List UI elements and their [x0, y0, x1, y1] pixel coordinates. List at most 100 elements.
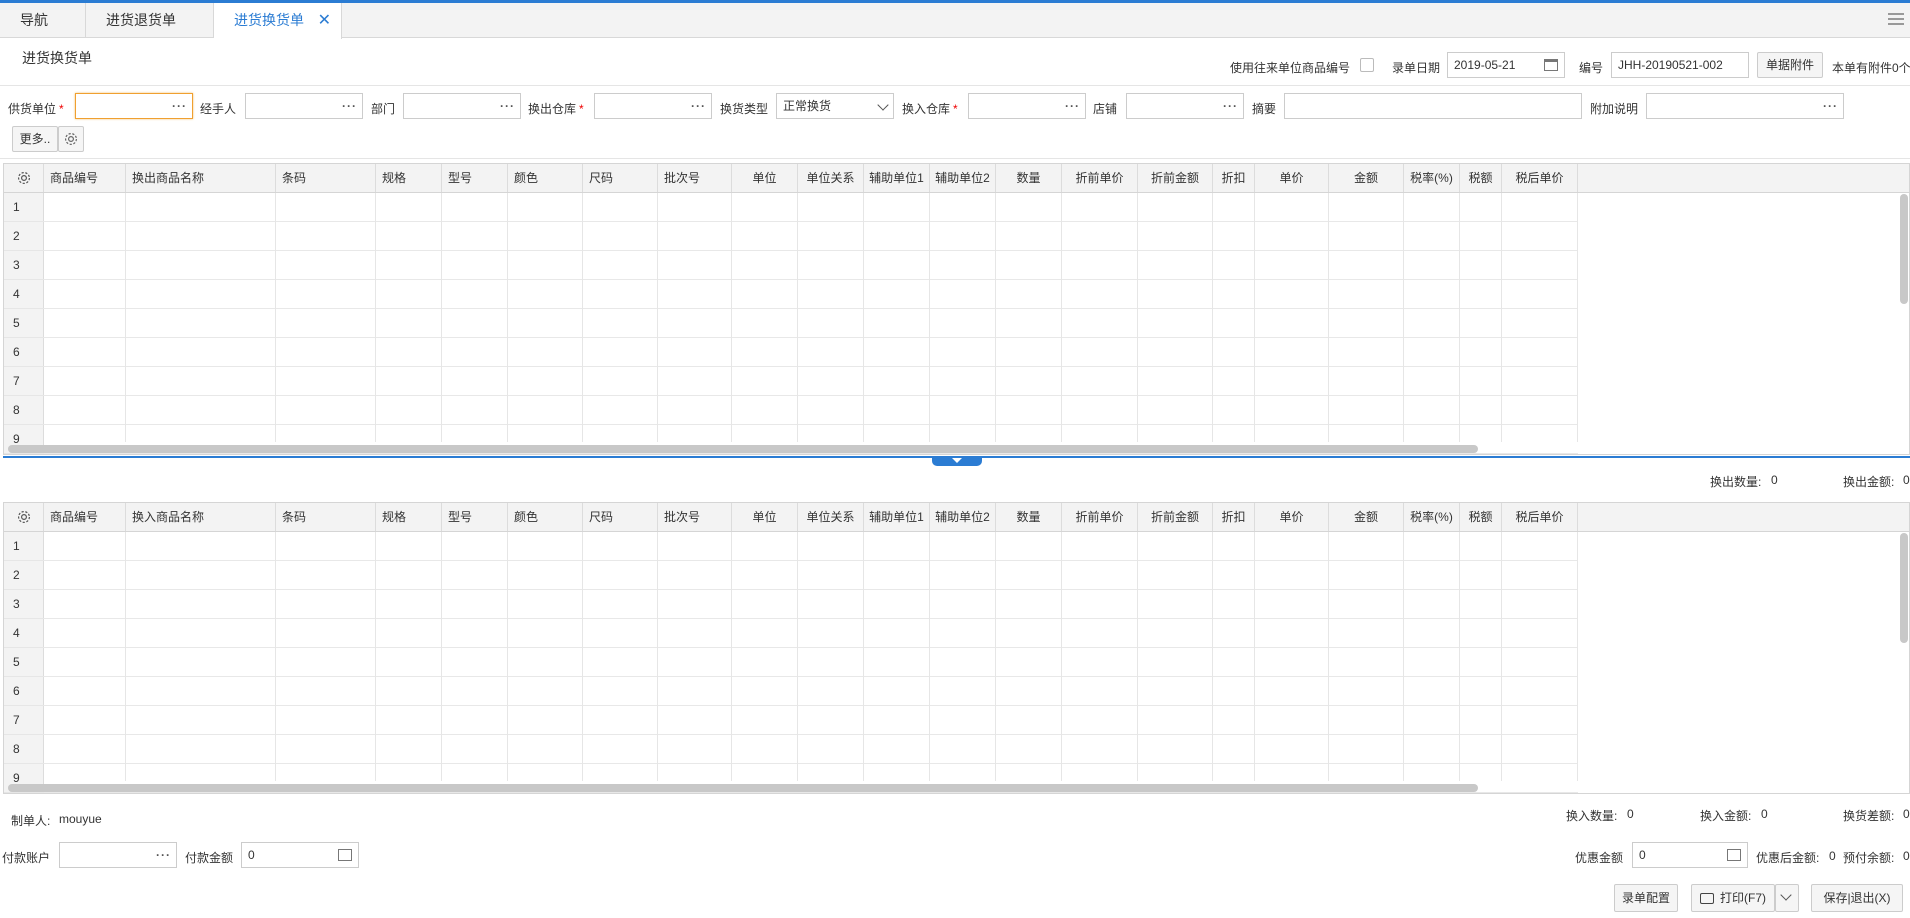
column-header[interactable]: 批次号: [658, 503, 732, 531]
pay-amount-input[interactable]: 0: [241, 842, 359, 868]
calendar-icon[interactable]: [1544, 59, 1558, 71]
use-partner-code-checkbox[interactable]: [1360, 58, 1374, 72]
table-row[interactable]: [44, 453, 1578, 454]
column-divider: [657, 532, 658, 781]
handler-input[interactable]: ···: [245, 93, 363, 119]
summary-input[interactable]: [1284, 93, 1582, 119]
more-dots-icon[interactable]: ···: [1823, 94, 1838, 118]
column-header[interactable]: 税额: [1460, 503, 1502, 531]
column-header[interactable]: 单位关系: [798, 164, 864, 192]
column-header[interactable]: 数量: [996, 503, 1062, 531]
column-header[interactable]: 颜色: [508, 503, 583, 531]
column-header[interactable]: 税率(%): [1404, 503, 1460, 531]
vertical-scrollbar[interactable]: [1900, 194, 1908, 304]
horizontal-scrollbar[interactable]: [8, 784, 1478, 792]
column-header[interactable]: 尺码: [583, 164, 658, 192]
department-input[interactable]: ···: [403, 93, 521, 119]
discount-input[interactable]: 0: [1632, 842, 1748, 868]
column-header[interactable]: 单位关系: [798, 503, 864, 531]
column-header[interactable]: 金额: [1329, 164, 1404, 192]
more-dots-icon[interactable]: ···: [1223, 94, 1238, 118]
calculator-icon[interactable]: [1727, 849, 1741, 861]
attachment-button[interactable]: 单据附件: [1757, 52, 1823, 78]
supplier-input[interactable]: ···: [75, 93, 193, 119]
more-dots-icon[interactable]: ···: [1065, 94, 1080, 118]
column-divider: [1577, 532, 1578, 781]
column-header[interactable]: 型号: [442, 164, 508, 192]
more-dots-icon[interactable]: ···: [500, 94, 515, 118]
shop-input[interactable]: ···: [1126, 93, 1244, 119]
column-header[interactable]: 颜色: [508, 164, 583, 192]
column-header[interactable]: 折前单价: [1062, 164, 1138, 192]
column-divider: [1137, 193, 1138, 442]
column-divider: [375, 532, 376, 781]
column-divider: [1459, 193, 1460, 442]
column-header[interactable]: 批次号: [658, 164, 732, 192]
column-header[interactable]: 规格: [376, 503, 442, 531]
calculator-icon[interactable]: [338, 849, 352, 861]
close-icon[interactable]: ✕: [318, 3, 331, 38]
number-field[interactable]: JHH-20190521-002: [1611, 52, 1749, 78]
column-header[interactable]: 规格: [376, 164, 442, 192]
column-header[interactable]: 税率(%): [1404, 164, 1460, 192]
entry-config-button[interactable]: 录单配置: [1614, 884, 1678, 912]
more-button[interactable]: 更多..: [12, 126, 58, 152]
exchange-type-select[interactable]: 正常换货: [776, 93, 894, 119]
column-header[interactable]: 折前单价: [1062, 503, 1138, 531]
column-header[interactable]: 商品编号: [44, 503, 126, 531]
column-header[interactable]: 辅助单位2: [930, 164, 996, 192]
column-header[interactable]: 商品编号: [44, 164, 126, 192]
column-header[interactable]: 税后单价: [1502, 503, 1578, 531]
out-warehouse-input[interactable]: ···: [594, 93, 712, 119]
column-header[interactable]: 辅助单位1: [864, 503, 930, 531]
column-header[interactable]: 折前金额: [1138, 503, 1213, 531]
more-dots-icon[interactable]: ···: [156, 843, 171, 867]
column-header[interactable]: 型号: [442, 503, 508, 531]
print-button[interactable]: 打印(F7): [1691, 884, 1775, 912]
tab-purchase-return[interactable]: 进货退货单: [86, 3, 214, 38]
column-divider: [1212, 532, 1213, 781]
save-exit-button[interactable]: 保存|退出(X): [1811, 884, 1903, 912]
grid-header: 商品编号 换入商品名称 条码 规格 型号 颜色 尺码 批次号 单位 单位关系 辅助单位1 辅助单位2 数…: [4, 503, 1909, 532]
horizontal-scrollbar[interactable]: [8, 445, 1478, 453]
column-header[interactable]: 折前金额: [1138, 164, 1213, 192]
in-warehouse-label: 换入仓库 *: [902, 102, 958, 116]
extra-note-input[interactable]: ···: [1646, 93, 1844, 119]
column-header[interactable]: 辅助单位1: [864, 164, 930, 192]
pay-account-input[interactable]: ···: [59, 842, 177, 868]
menu-icon[interactable]: [1888, 13, 1904, 27]
column-header[interactable]: 单位: [732, 503, 798, 531]
tab-purchase-exchange[interactable]: 进货换货单 ✕: [214, 3, 342, 39]
splitter-toggle-icon[interactable]: [932, 456, 982, 466]
tab-navigation[interactable]: 导航: [0, 3, 86, 38]
column-header[interactable]: 税额: [1460, 164, 1502, 192]
column-header[interactable]: 金额: [1329, 503, 1404, 531]
column-header[interactable]: 单价: [1255, 503, 1329, 531]
more-dots-icon[interactable]: ···: [172, 94, 187, 118]
column-header[interactable]: 条码: [276, 503, 376, 531]
out-items-grid[interactable]: 商品编号 换出商品名称 条码 规格 型号 颜色 尺码 批次号 单位 单位关系 辅助单位1 辅助单位2 数…: [3, 163, 1910, 455]
table-row[interactable]: [44, 792, 1578, 793]
more-dots-icon[interactable]: ···: [342, 94, 357, 118]
column-settings-button[interactable]: [4, 503, 44, 531]
entry-date-field[interactable]: 2019-05-21: [1447, 52, 1565, 78]
column-header[interactable]: 条码: [276, 164, 376, 192]
column-header[interactable]: 辅助单位2: [930, 503, 996, 531]
column-header[interactable]: 折扣: [1213, 164, 1255, 192]
column-header[interactable]: 折扣: [1213, 503, 1255, 531]
more-dots-icon[interactable]: ···: [691, 94, 706, 118]
column-header[interactable]: 换出商品名称: [126, 164, 276, 192]
column-header[interactable]: 尺码: [583, 503, 658, 531]
vertical-scrollbar[interactable]: [1900, 533, 1908, 643]
column-header[interactable]: 单位: [732, 164, 798, 192]
in-warehouse-input[interactable]: ···: [968, 93, 1086, 119]
column-header[interactable]: 单价: [1255, 164, 1329, 192]
prepaid-label: 预付余额:: [1843, 851, 1895, 865]
column-header[interactable]: 税后单价: [1502, 164, 1578, 192]
in-items-grid[interactable]: 商品编号 换入商品名称 条码 规格 型号 颜色 尺码 批次号 单位 单位关系 辅助单位1 辅助单位2 数…: [3, 502, 1910, 794]
column-header[interactable]: 数量: [996, 164, 1062, 192]
form-settings-button[interactable]: [58, 126, 84, 152]
print-options-button[interactable]: [1775, 884, 1799, 912]
column-settings-button[interactable]: [4, 164, 44, 192]
column-header[interactable]: 换入商品名称: [126, 503, 276, 531]
